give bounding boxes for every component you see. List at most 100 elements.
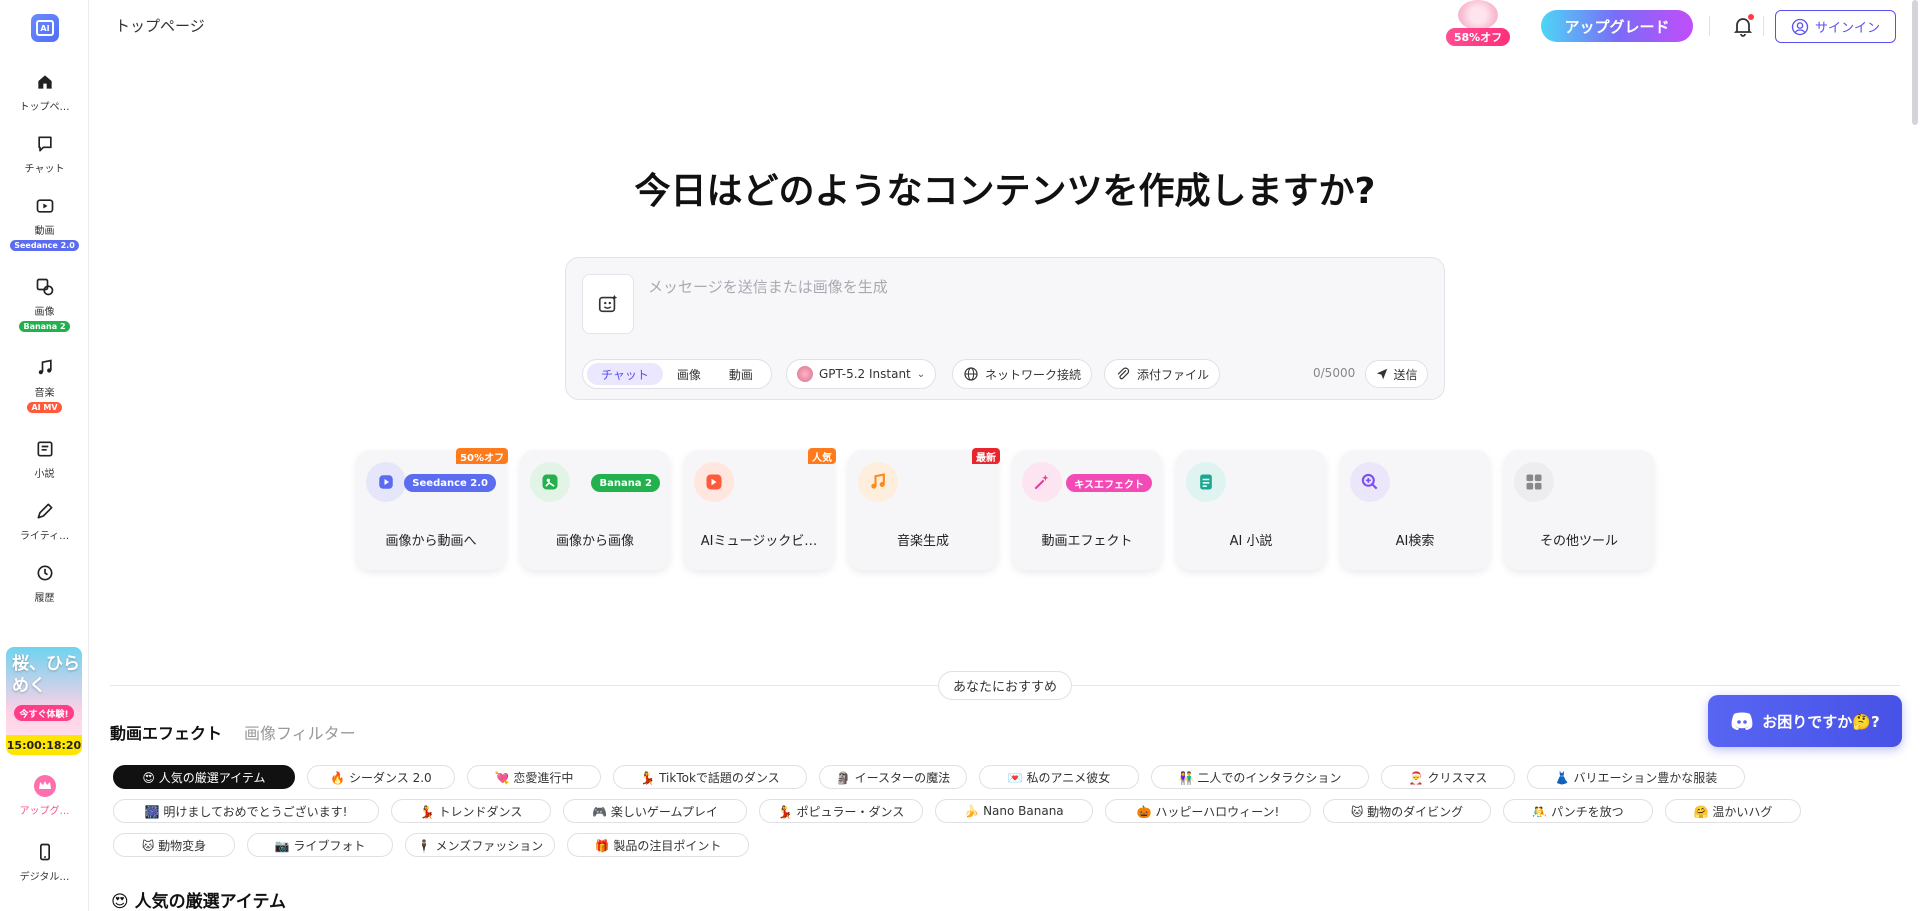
scrollbar[interactable] xyxy=(1912,0,1918,125)
signin-label: サインイン xyxy=(1814,21,1880,36)
message-input[interactable] xyxy=(648,272,1408,302)
effect-tag[interactable]: 📷 ライブフォト xyxy=(247,833,393,857)
sidebar-item-home[interactable]: トップペ… xyxy=(0,70,89,113)
home-icon xyxy=(33,70,57,94)
image-generate-button[interactable] xyxy=(582,274,634,334)
sale-text: 58%オフ xyxy=(1446,28,1510,46)
music-icon xyxy=(33,356,57,380)
effect-tag[interactable]: 🤗 温かいハグ xyxy=(1665,799,1801,823)
attach-button[interactable]: 添付ファイル xyxy=(1104,359,1221,389)
sale-badge[interactable]: 58%オフ xyxy=(1446,0,1510,50)
mode-tab-video[interactable]: 動画 xyxy=(715,363,767,385)
sidebar-item-music[interactable]: 音楽 AI MV xyxy=(0,356,89,413)
effect-tag[interactable]: 😍 人気の厳選アイテム xyxy=(113,765,295,789)
network-toggle[interactable]: ネットワーク接続 xyxy=(952,359,1093,389)
magic-wand-icon xyxy=(1022,462,1062,502)
effect-tag[interactable]: 💃 ポピュラー・ダンス xyxy=(759,799,923,823)
effect-tag[interactable]: 👗 バリエーション豊かな服装 xyxy=(1527,765,1745,789)
sidebar-item-image[interactable]: 画像 Banana 2 xyxy=(0,275,89,332)
tool-card-image-to-image[interactable]: Banana 2 画像から画像 xyxy=(520,450,670,570)
sidebar-item-history[interactable]: 履歴 xyxy=(0,561,89,604)
tool-label: AIミュージックビ… xyxy=(700,534,818,549)
effect-tag[interactable]: 🐱 動物変身 xyxy=(113,833,235,857)
effect-tag[interactable]: 🎃 ハッピーハロウィーン! xyxy=(1105,799,1311,823)
sidebar-item-label: ライティ… xyxy=(19,531,70,542)
tool-card-music-generation[interactable]: 最新 音楽生成 xyxy=(848,448,1000,570)
paperclip-icon xyxy=(1117,367,1130,380)
send-icon xyxy=(1377,368,1388,380)
tool-label: 動画エフェクト xyxy=(1041,534,1133,549)
promo-timer: 15:00:18:20 xyxy=(6,735,82,755)
image-icon xyxy=(530,462,570,502)
sidebar-item-label: 履歴 xyxy=(34,593,55,604)
sidebar-item-digital[interactable]: デジタル… xyxy=(0,840,89,883)
sidebar-item-video[interactable]: 動画 Seedance 2.0 xyxy=(0,194,89,251)
model-name: GPT-5.2 Instant xyxy=(819,367,911,381)
effect-tag[interactable]: 🎁 製品の注目ポイント xyxy=(567,833,749,857)
section-title: 😍 人気の厳選アイテム xyxy=(111,892,286,911)
crown-icon xyxy=(33,774,57,798)
play-icon xyxy=(366,462,406,502)
effect-tag[interactable]: 🕴 メンズファッション xyxy=(405,833,555,857)
effect-tag[interactable]: 👫 二人でのインタラクション xyxy=(1151,765,1369,789)
effect-tag[interactable]: 🐱 動物のダイビング xyxy=(1323,799,1491,823)
tool-card-ai-search[interactable]: AI検索 xyxy=(1340,450,1490,570)
chat-icon xyxy=(33,132,57,156)
effect-tag[interactable]: 🔥 シーダンス 2.0 xyxy=(307,765,455,789)
tool-label: AI 小説 xyxy=(1229,534,1273,549)
model-selector[interactable]: GPT-5.2 Instant ⌄ xyxy=(786,359,937,389)
effect-tag[interactable]: 🎆 明けましておめでとうございます! xyxy=(113,799,379,823)
tool-card-ai-music-video[interactable]: 人気 AIミュージックビ… xyxy=(684,448,836,570)
sidebar-item-novel[interactable]: 小説 xyxy=(0,437,89,480)
music-video-icon xyxy=(694,462,734,502)
sidebar-item-chat[interactable]: チャット xyxy=(0,132,89,175)
effect-tag[interactable]: 🎅 クリスマス xyxy=(1381,765,1515,789)
sakura-icon xyxy=(1458,0,1498,30)
pen-icon xyxy=(33,499,57,523)
recommend-pill: あなたにおすすめ xyxy=(938,671,1072,700)
image-icon xyxy=(33,275,57,299)
sidebar-item-upgrade[interactable]: アップグ… xyxy=(0,774,89,817)
tool-card-video-effects[interactable]: キスエフェクト 動画エフェクト xyxy=(1012,450,1162,570)
effect-tag[interactable]: 💘 恋愛進行中 xyxy=(467,765,601,789)
header-divider xyxy=(1763,16,1764,36)
sidebar-item-label: 動画 xyxy=(34,226,55,237)
document-icon xyxy=(1186,462,1226,502)
tool-card-other-tools[interactable]: その他ツール xyxy=(1504,450,1654,570)
novel-icon xyxy=(33,437,57,461)
sidebar-item-writing[interactable]: ライティ… xyxy=(0,499,89,542)
signin-button[interactable]: サインイン xyxy=(1775,10,1896,43)
mode-tab-chat[interactable]: チャット xyxy=(587,363,663,385)
tab-video-effects[interactable]: 動画エフェクト xyxy=(110,720,222,744)
tool-card-ai-novel[interactable]: AI 小説 xyxy=(1176,450,1326,570)
tab-image-filters[interactable]: 画像フィルター xyxy=(244,720,356,744)
page-title: トップページ xyxy=(115,17,205,35)
notification-bell-icon[interactable] xyxy=(1731,14,1755,38)
effect-tag[interactable]: 🗿 イースターの魔法 xyxy=(819,765,967,789)
tool-label: 音楽生成 xyxy=(896,534,949,549)
help-button[interactable]: お困りですか🤔? xyxy=(1708,695,1902,747)
effect-tag[interactable]: 🎮 楽しいゲームプレイ xyxy=(563,799,747,823)
mode-tab-image[interactable]: 画像 xyxy=(663,363,715,385)
tool-label: AI検索 xyxy=(1395,534,1435,549)
effect-tag[interactable]: 🍌 Nano Banana xyxy=(935,799,1093,823)
effect-tag[interactable]: 💃 TikTokで話題のダンス xyxy=(613,765,807,789)
sidebar-item-label: 画像 xyxy=(34,307,55,318)
image-sparkle-icon xyxy=(598,294,618,313)
phone-icon xyxy=(33,840,57,864)
tool-card-image-to-video[interactable]: Seedance 2.0 50%オフ 画像から動画へ xyxy=(356,448,508,570)
composer: チャット 画像 動画 GPT-5.2 Instant ⌄ ネットワーク接続 添付… xyxy=(565,257,1445,400)
send-button[interactable]: 送信 xyxy=(1365,360,1428,388)
mode-selector: チャット 画像 動画 xyxy=(582,359,772,389)
effect-tag[interactable]: 🤼 パンチを放つ xyxy=(1503,799,1653,823)
sidebar-item-label: チャット xyxy=(24,164,65,175)
promo-banner[interactable]: 桜、ひら めく 今すぐ体験! 15:00:18:20 xyxy=(6,647,82,755)
upgrade-button[interactable]: アップグレード xyxy=(1541,10,1693,42)
attach-label: 添付ファイル xyxy=(1137,367,1210,382)
effect-tag[interactable]: 💃 トレンドダンス xyxy=(391,799,551,823)
user-icon xyxy=(1791,18,1809,35)
effect-tag[interactable]: 💌 私のアニメ彼女 xyxy=(979,765,1139,789)
sidebar: AI トップペ… チャット 動画 Seedance 2.0 画像 Banana … xyxy=(0,0,89,911)
app-logo[interactable]: AI xyxy=(31,14,59,42)
promo-try-button[interactable]: 今すぐ体験! xyxy=(14,705,74,721)
